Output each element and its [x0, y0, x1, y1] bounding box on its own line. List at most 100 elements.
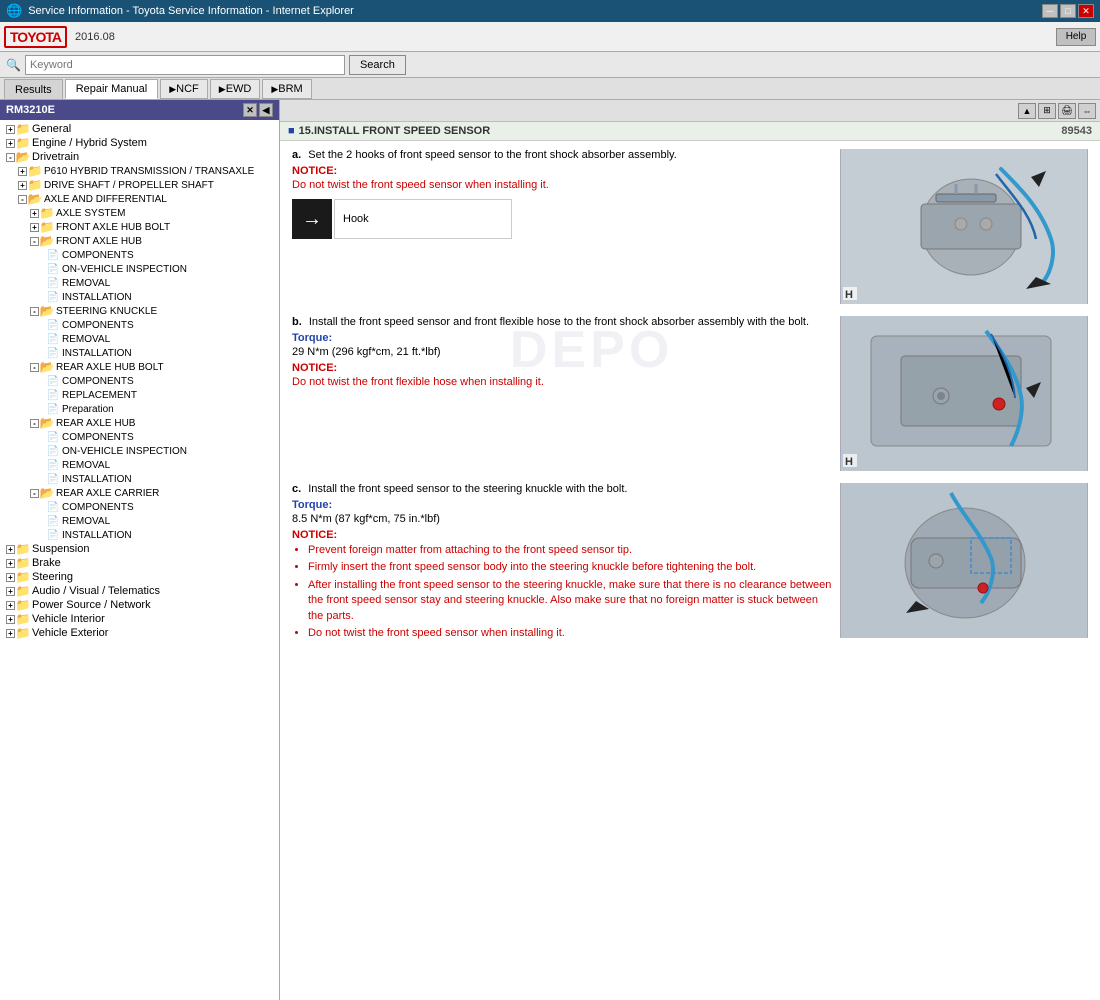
tree-item-front-axle-hub-installation[interactable]: 📄 INSTALLATION: [0, 290, 279, 304]
panel-close-btn[interactable]: ✕: [243, 103, 257, 117]
tree-item-front-axle-hub-bolt[interactable]: + 📁 FRONT AXLE HUB BOLT: [0, 220, 279, 234]
tree-item-brake[interactable]: + 📁 Brake: [0, 556, 279, 570]
step-b-text: b. Install the front speed sensor and fr…: [292, 316, 832, 392]
expand-p610[interactable]: +: [18, 167, 27, 176]
tree-item-axle-system[interactable]: + 📁 AXLE SYSTEM: [0, 206, 279, 220]
tab-brm[interactable]: ▶BRM: [262, 79, 311, 99]
step-b-section: b. Install the front speed sensor and fr…: [292, 316, 1088, 471]
tree-item-rahb-components[interactable]: 📄 COMPONENTS: [0, 374, 279, 388]
tree-item-vehicle-interior[interactable]: + 📁 Vehicle Interior: [0, 612, 279, 626]
expand-front-axle-hub-bolt[interactable]: +: [30, 223, 39, 232]
step-c-text: c. Install the front speed sensor to the…: [292, 483, 832, 643]
tab-ncf[interactable]: ▶NCF: [160, 79, 208, 99]
tree-item-rear-axle-hub[interactable]: - 📂 REAR AXLE HUB: [0, 416, 279, 430]
tree-item-general[interactable]: + 📁 General: [0, 122, 279, 136]
expand-vehicle-interior[interactable]: +: [6, 615, 15, 624]
tree-item-p610[interactable]: + 📁 P610 HYBRID TRANSMISSION / TRANSAXLE: [0, 164, 279, 178]
tree-item-rah-removal[interactable]: 📄 REMOVAL: [0, 458, 279, 472]
tree-item-rear-axle-carrier[interactable]: - 📂 REAR AXLE CARRIER: [0, 486, 279, 500]
tree-item-audio[interactable]: + 📁 Audio / Visual / Telematics: [0, 584, 279, 598]
collapse-steering-knuckle[interactable]: -: [30, 307, 39, 316]
doc-icon-front-axle-hub-components: 📄: [46, 249, 60, 261]
expand-general[interactable]: +: [6, 125, 15, 134]
tree-item-rah-inspection[interactable]: 📄 ON-VEHICLE INSPECTION: [0, 444, 279, 458]
collapse-rear-axle-hub[interactable]: -: [30, 419, 39, 428]
tree-item-steering-knuckle-installation[interactable]: 📄 INSTALLATION: [0, 346, 279, 360]
tree-item-rear-axle-hub-bolt[interactable]: - 📂 REAR AXLE HUB BOLT: [0, 360, 279, 374]
search-bar: 🔍 Search: [0, 52, 1100, 78]
content-title: 15.INSTALL FRONT SPEED SENSOR: [299, 125, 491, 137]
search-button[interactable]: Search: [349, 55, 406, 75]
tree-label-rear-axle-hub-bolt: REAR AXLE HUB BOLT: [56, 362, 164, 373]
collapse-rear-axle-carrier[interactable]: -: [30, 489, 39, 498]
expand-audio[interactable]: +: [6, 587, 15, 596]
folder-icon-front-axle-hub-bolt: 📁: [40, 221, 54, 233]
tree-label-sk-components: COMPONENTS: [62, 320, 134, 331]
tree-item-rac-components[interactable]: 📄 COMPONENTS: [0, 500, 279, 514]
collapse-front-axle-hub[interactable]: -: [30, 237, 39, 246]
collapse-axle-diff[interactable]: -: [18, 195, 27, 204]
help-button[interactable]: Help: [1056, 28, 1096, 46]
expand-steering[interactable]: +: [6, 573, 15, 582]
step-c-bullets: Prevent foreign matter from attaching to…: [308, 543, 832, 641]
folder-icon-axle-system: 📁: [40, 207, 54, 219]
expand-vehicle-exterior[interactable]: +: [6, 629, 15, 638]
folder-icon-general: 📁: [16, 123, 30, 135]
tree-label-suspension: Suspension: [32, 543, 90, 555]
tree-item-steering-knuckle-removal[interactable]: 📄 REMOVAL: [0, 332, 279, 346]
folder-icon-rear-axle-carrier: 📂: [40, 487, 54, 499]
titlebar-controls: ─ □ ✕: [1042, 4, 1094, 18]
close-button[interactable]: ✕: [1078, 4, 1094, 18]
minimize-button[interactable]: ─: [1042, 4, 1058, 18]
tab-repair-manual[interactable]: Repair Manual: [65, 79, 159, 99]
tree-item-front-axle-hub-removal[interactable]: 📄 REMOVAL: [0, 276, 279, 290]
tree-item-suspension[interactable]: + 📁 Suspension: [0, 542, 279, 556]
step-b-torque-label: Torque:: [292, 332, 832, 344]
expand-btn[interactable]: ⇔: [1078, 103, 1096, 119]
tree-item-steering-knuckle-components[interactable]: 📄 COMPONENTS: [0, 318, 279, 332]
tree-item-rah-components[interactable]: 📄 COMPONENTS: [0, 430, 279, 444]
titlebar: 🌐 Service Information - Toyota Service I…: [0, 0, 1100, 22]
tree-item-rahb-preparation[interactable]: 📄 Preparation: [0, 402, 279, 416]
doc-icon-sk-installation: 📄: [46, 347, 60, 359]
tree-item-engine[interactable]: + 📁 Engine / Hybrid System: [0, 136, 279, 150]
tab-ewd[interactable]: ▶EWD: [210, 79, 261, 99]
tree-item-steering-knuckle[interactable]: - 📂 STEERING KNUCKLE: [0, 304, 279, 318]
tab-results[interactable]: Results: [4, 79, 63, 99]
collapse-drivetrain[interactable]: -: [6, 153, 15, 162]
tree-item-steering[interactable]: + 📁 Steering: [0, 570, 279, 584]
tree-item-rah-installation[interactable]: 📄 INSTALLATION: [0, 472, 279, 486]
expand-power[interactable]: +: [6, 601, 15, 610]
tree-item-axle-diff[interactable]: - 📂 AXLE AND DIFFERENTIAL: [0, 192, 279, 206]
bullet-3: After installing the front speed sensor …: [308, 578, 832, 624]
tree-item-power[interactable]: + 📁 Power Source / Network: [0, 598, 279, 612]
tree-item-front-axle-hub[interactable]: - 📂 FRONT AXLE HUB: [0, 234, 279, 248]
view-toggle-btn[interactable]: ⊞: [1038, 103, 1056, 119]
tree-item-rahb-replacement[interactable]: 📄 REPLACEMENT: [0, 388, 279, 402]
scroll-up-btn[interactable]: ▲: [1018, 103, 1036, 119]
expand-axle-system[interactable]: +: [30, 209, 39, 218]
tree-item-front-axle-hub-inspection[interactable]: 📄 ON-VEHICLE INSPECTION: [0, 262, 279, 276]
tree-item-rac-removal[interactable]: 📄 REMOVAL: [0, 514, 279, 528]
tree-label-p610: P610 HYBRID TRANSMISSION / TRANSAXLE: [44, 166, 254, 177]
tree-item-driveshaft[interactable]: + 📁 DRIVE SHAFT / PROPELLER SHAFT: [0, 178, 279, 192]
panel-arrow-btn[interactable]: ◀: [259, 103, 273, 117]
tree-label-rahb-components: COMPONENTS: [62, 376, 134, 387]
tree-item-vehicle-exterior[interactable]: + 📁 Vehicle Exterior: [0, 626, 279, 640]
print-btn[interactable]: 🖨: [1058, 103, 1076, 119]
tree-item-front-axle-hub-components[interactable]: 📄 COMPONENTS: [0, 248, 279, 262]
maximize-button[interactable]: □: [1060, 4, 1076, 18]
step-a-text: a. Set the 2 hooks of front speed sensor…: [292, 149, 832, 239]
step-a-content: Set the 2 hooks of front speed sensor to…: [308, 149, 677, 161]
tree-item-rac-installation[interactable]: 📄 INSTALLATION: [0, 528, 279, 542]
tree-label-axle-system: AXLE SYSTEM: [56, 208, 125, 219]
expand-driveshaft[interactable]: +: [18, 181, 27, 190]
collapse-rear-axle-hub-bolt[interactable]: -: [30, 363, 39, 372]
doc-icon-sk-components: 📄: [46, 319, 60, 331]
tree-item-drivetrain[interactable]: - 📂 Drivetrain: [0, 150, 279, 164]
expand-suspension[interactable]: +: [6, 545, 15, 554]
expand-brake[interactable]: +: [6, 559, 15, 568]
expand-engine[interactable]: +: [6, 139, 15, 148]
search-input[interactable]: [25, 55, 345, 75]
folder-icon-power: 📁: [16, 599, 30, 611]
